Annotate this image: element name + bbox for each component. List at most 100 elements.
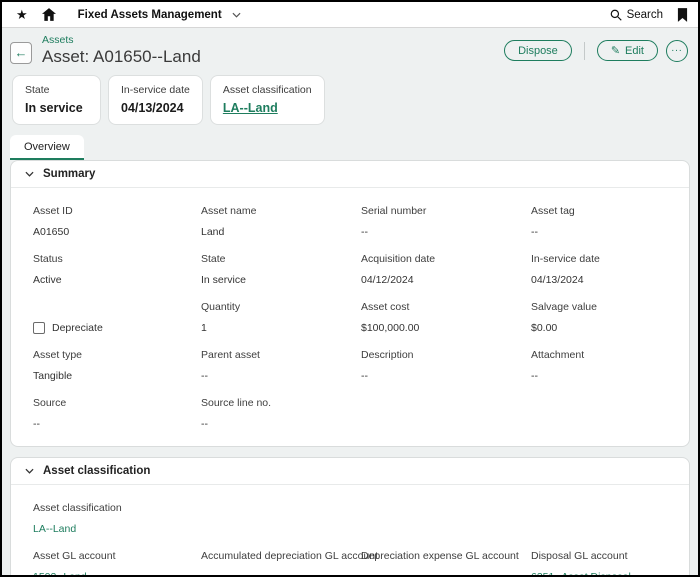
field [193, 502, 353, 535]
tab-bar: Overview [2, 125, 698, 160]
field-value: -- [33, 418, 40, 430]
field-label: Asset tag [531, 205, 575, 217]
field-value: -- [531, 370, 538, 382]
card-value: 04/13/2024 [121, 101, 184, 115]
field-value: -- [201, 571, 208, 577]
more-actions-button[interactable]: ... [666, 39, 688, 62]
chevron-down-icon[interactable] [232, 12, 241, 18]
field-label [201, 502, 353, 514]
tab-overview[interactable]: Overview [10, 135, 84, 160]
field-value: -- [531, 226, 538, 238]
field-label: Asset GL account [33, 550, 116, 562]
field: Description -- [353, 349, 523, 382]
field: Asset ID A01650 [25, 205, 193, 238]
field-value-link[interactable]: 6351--Asset Disposal [531, 571, 675, 575]
section-title: Asset classification [43, 465, 151, 477]
field-value [361, 523, 523, 535]
chevron-down-icon [25, 171, 34, 177]
summary-section: Summary Asset ID A01650 Asset name Land Seri… [10, 160, 690, 447]
field: Attachment -- [523, 349, 675, 382]
field-label: Disposal GL account [531, 550, 628, 562]
dispose-button[interactable]: Dispose [504, 40, 572, 61]
field-label [531, 502, 675, 514]
field: Source line no. -- [193, 397, 353, 430]
field: Asset classification LA--Land [25, 502, 193, 535]
bookmark-icon[interactable] [677, 7, 688, 22]
field: State In service [193, 253, 353, 286]
field-label [361, 502, 523, 514]
asset-classification-link[interactable]: LA--Land [223, 101, 312, 115]
favorites-star-icon[interactable]: ★ [16, 7, 28, 23]
field-value: -- [201, 370, 208, 382]
field-value [361, 418, 523, 430]
field: Asset cost $100,000.00 [353, 301, 523, 334]
search-button[interactable]: Search [610, 9, 663, 21]
field: Quantity 1 [193, 301, 353, 334]
field: Asset type Tangible [25, 349, 193, 382]
field [523, 397, 675, 430]
field: Disposal GL account 6351--Asset Disposal [523, 550, 675, 575]
field-value: Land [201, 226, 225, 238]
field-label: Acquisition date [361, 253, 436, 265]
field-value-link[interactable]: LA--Land [33, 523, 193, 535]
search-icon [610, 9, 622, 21]
field: Accumulated depreciation GL account -- [193, 550, 379, 577]
field-value: In service [201, 274, 246, 286]
field-value: -- [361, 571, 368, 577]
checkbox[interactable] [33, 322, 45, 334]
in-service-date-card: In-service date 04/13/2024 [108, 75, 203, 125]
field: Depreciate [25, 301, 193, 334]
field-value: A01650 [33, 226, 70, 238]
asset-classification-section-header[interactable]: Asset classification [11, 458, 689, 485]
edit-button[interactable]: ✎ Edit [596, 40, 658, 61]
field-label: Accumulated depreciation GL account [201, 550, 379, 562]
field: Acquisition date 04/12/2024 [353, 253, 523, 286]
breadcrumb[interactable]: Assets [42, 34, 504, 46]
field-label: Asset classification [33, 502, 122, 514]
top-navigation-bar: ★ Fixed Assets Management Search [2, 2, 698, 28]
field-value: -- [201, 418, 208, 430]
field: Serial number -- [353, 205, 523, 238]
field-label: Source line no. [201, 397, 272, 409]
asset-classification-section: Asset classification Asset classificatio… [10, 457, 690, 577]
app-title[interactable]: Fixed Assets Management [78, 9, 222, 21]
field [523, 502, 675, 535]
field: Salvage value $0.00 [523, 301, 675, 334]
chevron-down-icon [25, 468, 34, 474]
ellipsis-icon: ... [671, 43, 683, 54]
field-value [201, 523, 353, 535]
field [353, 502, 523, 535]
card-label: State [25, 84, 50, 96]
field-label: Serial number [361, 205, 427, 217]
back-button[interactable]: ← [10, 41, 32, 64]
asset-classification-card: Asset classification LA--Land [209, 75, 325, 125]
summary-section-header[interactable]: Summary [11, 161, 689, 188]
field-value: 1 [201, 322, 207, 334]
field-label: Salvage value [531, 301, 597, 313]
field-label [361, 397, 523, 409]
card-label: In-service date [121, 84, 190, 96]
home-icon[interactable] [41, 8, 56, 21]
field-value-link[interactable]: 1502--Land [33, 571, 193, 575]
classification-fields-grid: Asset classification LA--Land Asset GL ac… [11, 485, 689, 577]
card-label: Asset classification [222, 84, 312, 96]
actions-divider [583, 41, 585, 60]
field: Status Active [25, 253, 193, 286]
field-label: Attachment [531, 349, 585, 361]
field: Depreciation expense GL account -- [353, 550, 523, 577]
field-label: Depreciation expense GL account [361, 550, 519, 562]
field: Asset tag -- [523, 205, 675, 238]
field: In-service date 04/13/2024 [523, 253, 675, 286]
search-label: Search [626, 8, 663, 21]
card-value: In service [25, 101, 83, 115]
field-value: -- [361, 226, 368, 238]
field-label: Asset type [33, 349, 83, 361]
field-label: Parent asset [201, 349, 260, 361]
field [353, 397, 523, 430]
field-label: State [201, 253, 226, 265]
page-title: Asset: A01650--Land [42, 47, 201, 66]
field-label: Asset name [201, 205, 257, 217]
pencil-icon: ✎ [610, 45, 621, 57]
field-label: Asset ID [33, 205, 73, 217]
field-label: Status [33, 253, 63, 265]
